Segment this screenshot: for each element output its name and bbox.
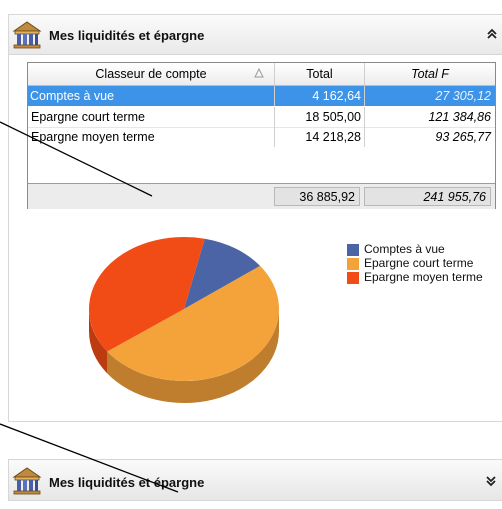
- annotation-line-bottom: [0, 423, 179, 493]
- annotation-line-top: [0, 121, 153, 197]
- annotation-lines: [0, 121, 179, 493]
